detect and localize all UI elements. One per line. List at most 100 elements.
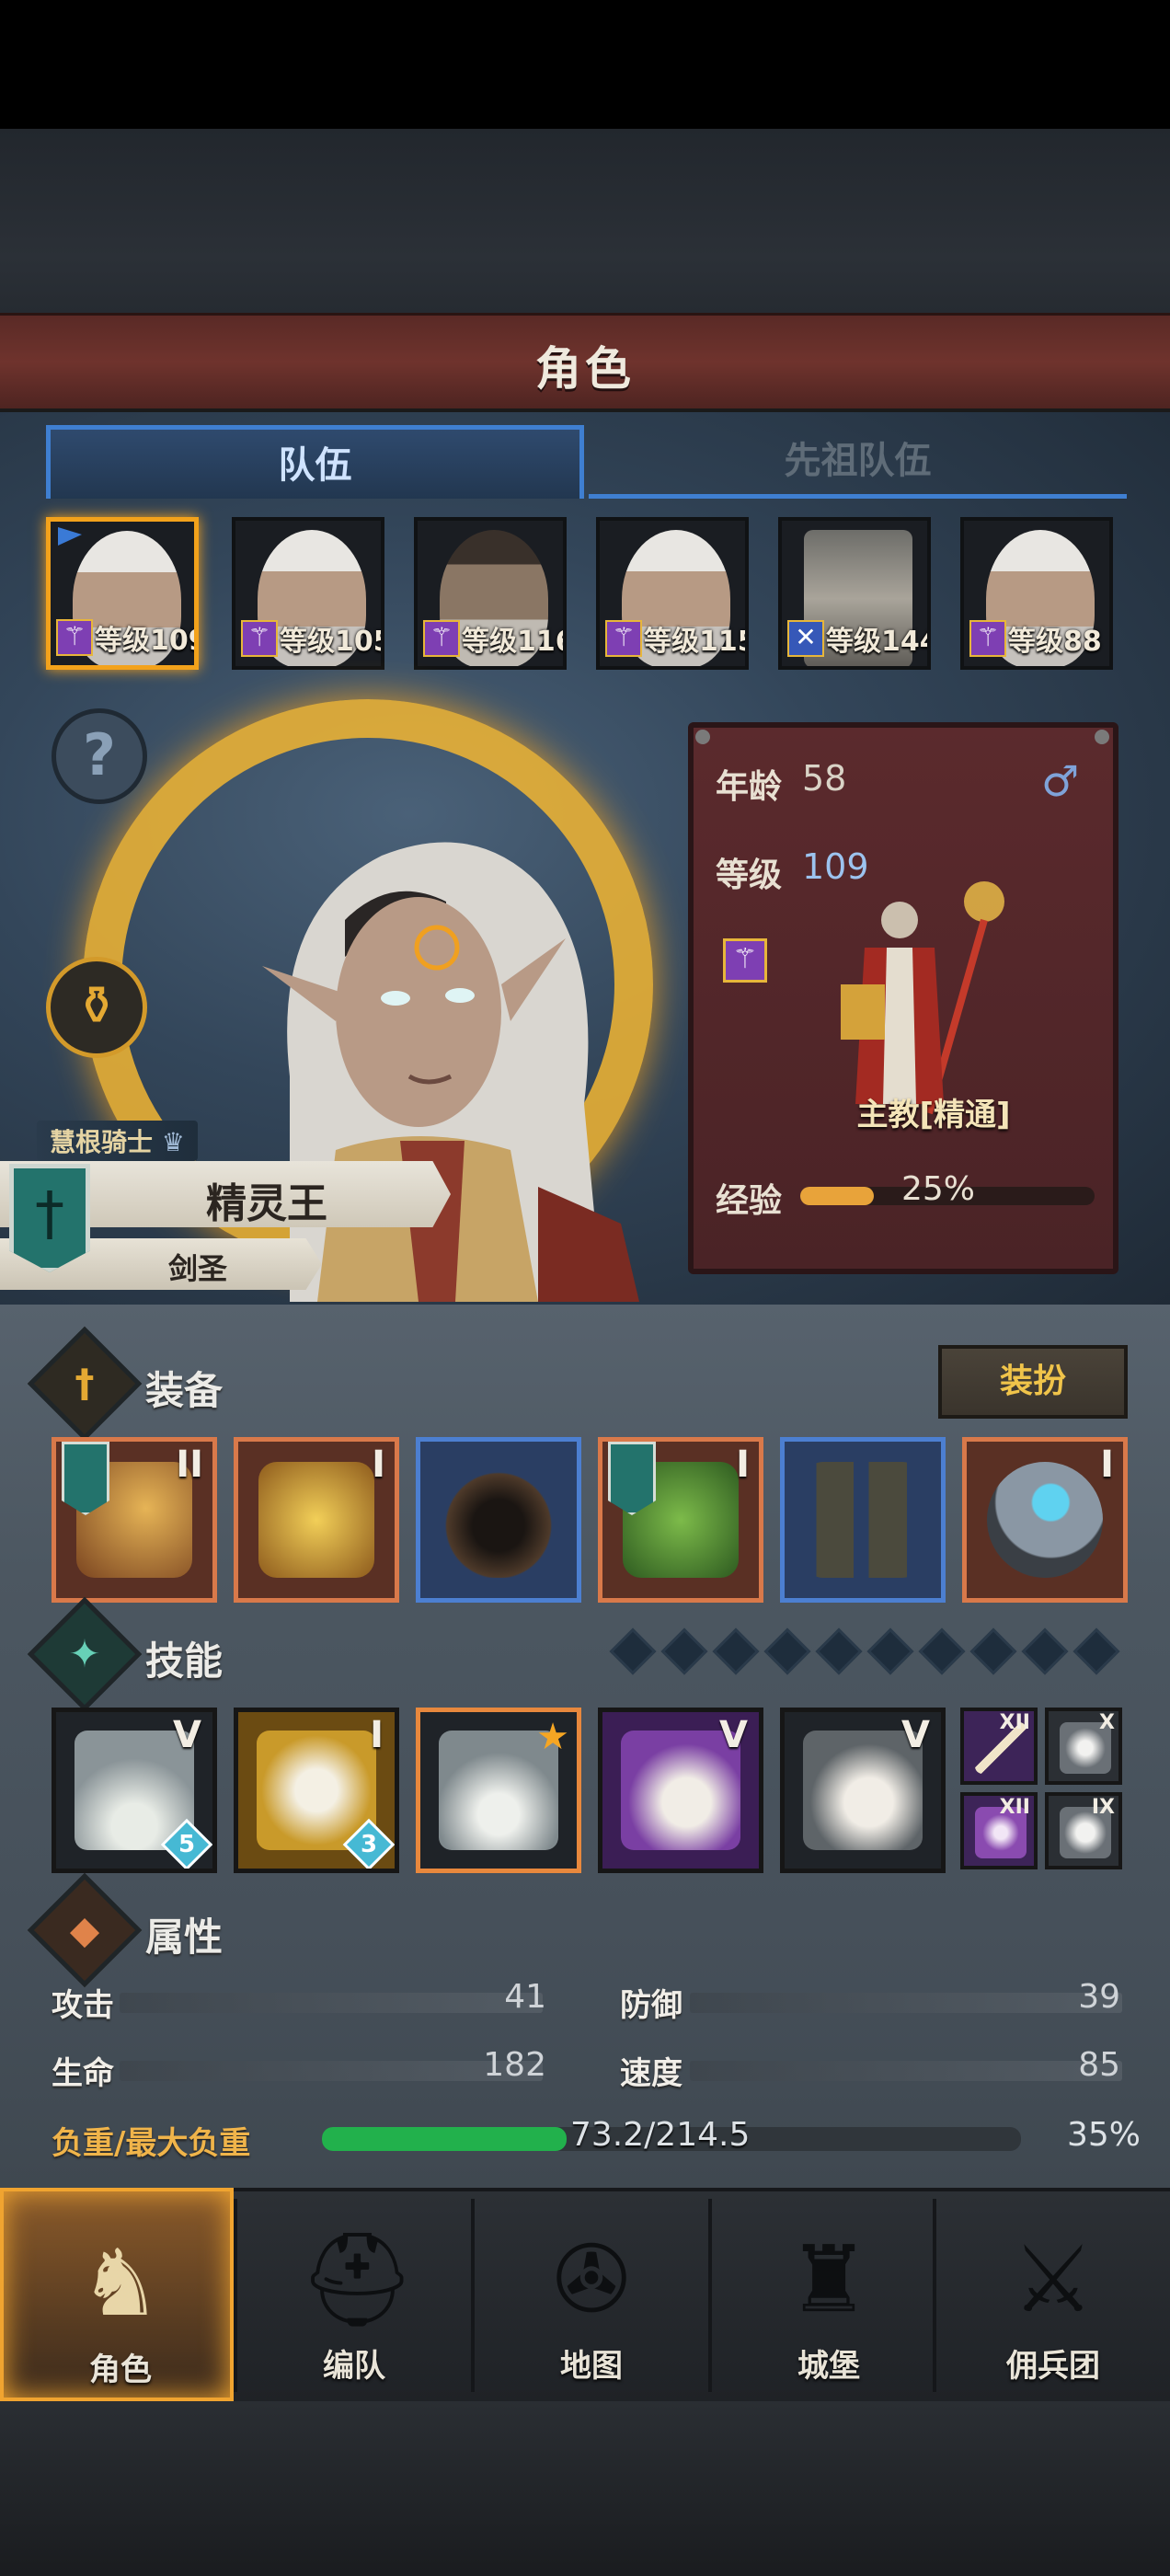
level-label: 等级144 [826, 626, 931, 658]
male-icon: ♂ [1041, 756, 1080, 806]
banner-flag-icon [62, 1442, 109, 1515]
equip-slot-feet[interactable] [780, 1437, 946, 1603]
castle-icon: ♜ [787, 2225, 870, 2333]
nav-map[interactable]: ✇ 地图 [475, 2188, 708, 2401]
level-label: 等级116 [462, 626, 567, 658]
helmet-icon: ⛑ [299, 2225, 416, 2333]
tier-label: I [372, 1443, 385, 1486]
class-name: 主教[精通] [856, 1097, 1011, 1133]
level-label: 等级115 [644, 626, 749, 658]
tier-label: IX [1091, 1796, 1115, 1819]
roster-portrait[interactable]: ⚚ 等级88 [960, 517, 1113, 670]
level-label: 等级105 [280, 626, 384, 658]
level-label: 等级88 [1008, 626, 1102, 658]
banner-flag-icon [608, 1442, 656, 1515]
pin-icon [1095, 730, 1109, 744]
tab-team[interactable]: 队伍 [46, 425, 584, 499]
roster-portrait[interactable]: ✕ 等级144 [778, 517, 931, 670]
tier-label: V [901, 1714, 930, 1756]
speed-label: 速度 [620, 2055, 682, 2092]
nav-character[interactable]: ♞ 角色 [0, 2188, 234, 2401]
skills-title: 技能 [145, 1639, 224, 1684]
ring-icon [987, 1462, 1103, 1578]
nav-label: 佣兵团 [1006, 2348, 1100, 2385]
nav-mercenary[interactable]: ⚔ 佣兵团 [936, 2188, 1170, 2401]
passive-skill-slot[interactable]: XII [960, 1708, 1038, 1785]
skill-slot[interactable]: V 5 [52, 1708, 217, 1873]
hp-value: 182 [483, 2046, 546, 2084]
character-title: 剑圣 [167, 1251, 227, 1286]
equip-slot-body[interactable]: I [598, 1437, 763, 1603]
mercenary-icon: ⚔ [1012, 2225, 1095, 2333]
staff-icon: ⚚ [56, 619, 93, 656]
hp-label: 生命 [52, 2055, 114, 2092]
skill-slot[interactable]: ★ [416, 1708, 581, 1873]
load-percent: 35% [1066, 2116, 1141, 2154]
tier-label: II [176, 1443, 203, 1486]
page-title: 角色 [535, 342, 635, 396]
exp-label: 经验 [716, 1182, 783, 1220]
level-label: 等级109 [95, 625, 199, 657]
skill-slot[interactable]: I 3 [234, 1708, 399, 1873]
staff-icon: ⚚ [969, 620, 1006, 657]
tab-ancestor-team[interactable]: 先祖队伍 [589, 425, 1127, 499]
boots-icon [805, 1462, 921, 1578]
equip-slot-offhand[interactable]: I [234, 1437, 399, 1603]
tier-label: XII [999, 1711, 1030, 1734]
tier-label: I [1100, 1443, 1114, 1486]
dress-up-button[interactable]: 装扮 [938, 1345, 1128, 1419]
character-name: 精灵王 [206, 1180, 327, 1227]
roster-portrait[interactable]: ⚚ 等级115 [596, 517, 749, 670]
passive-skill-slot[interactable]: IX [1045, 1792, 1122, 1869]
skill-slot[interactable]: V [780, 1708, 946, 1873]
nav-label: 城堡 [797, 2348, 860, 2385]
compass-icon: ✇ [553, 2225, 630, 2333]
defense-value: 39 [1078, 1978, 1120, 2016]
staff-icon: ⚚ [423, 620, 460, 657]
attack-label: 攻击 [52, 1987, 114, 2024]
knight-icon: ♞ [79, 2229, 162, 2337]
tome-icon [258, 1462, 374, 1578]
badge-count: 5 [178, 1831, 196, 1858]
sword-icon: ✕ [787, 620, 824, 657]
nav-castle[interactable]: ♜ 城堡 [712, 2188, 946, 2401]
staff-icon: ⚚ [723, 938, 767, 983]
age-label: 年龄 [716, 768, 783, 806]
attack-value: 41 [504, 1978, 546, 2016]
tier-label: XII [999, 1796, 1030, 1819]
equip-slot-head[interactable] [416, 1437, 581, 1603]
roster-portrait[interactable]: ⚚ 等级109 [46, 517, 199, 670]
attributes-title: 属性 [145, 1915, 224, 1960]
potion-icon[interactable]: ⚱ [46, 957, 147, 1058]
equip-slot-weapon[interactable]: II [52, 1437, 217, 1603]
staff-icon: ⚚ [241, 620, 278, 657]
tier-label: V [173, 1714, 201, 1756]
passive-skill-slot[interactable]: XII [960, 1792, 1038, 1869]
sword-shield-icon: † [9, 1164, 90, 1272]
skill-slot[interactable]: V [598, 1708, 763, 1873]
passive-skill-slot[interactable]: X [1045, 1708, 1122, 1785]
tier-label: I [736, 1443, 750, 1486]
exp-percent: 25% [901, 1170, 976, 1208]
header-bar: 角色 [0, 313, 1170, 412]
leader-flag-icon [58, 527, 82, 546]
equip-slot-accessory[interactable]: I [962, 1437, 1128, 1603]
exp-bar-fill [800, 1187, 874, 1205]
load-value: 73.2/214.5 [570, 2116, 751, 2154]
staff-icon: ⚚ [605, 620, 642, 657]
nav-formation[interactable]: ⛑ 编队 [237, 2188, 471, 2401]
level-label: 等级 [716, 857, 783, 894]
load-bar-fill [322, 2127, 567, 2151]
bottom-backdrop [0, 2401, 1170, 2576]
faction-label: 慧根骑士 ♛ [37, 1121, 198, 1161]
age-value: 58 [802, 758, 847, 799]
pin-icon [695, 730, 710, 744]
roster-portrait[interactable]: ⚚ 等级116 [414, 517, 567, 670]
hood-icon [441, 1462, 556, 1578]
tier-label: V [719, 1714, 748, 1756]
star-icon: ★ [536, 1716, 569, 1758]
roster-portrait[interactable]: ⚚ 等级105 [232, 517, 384, 670]
defense-label: 防御 [620, 1987, 682, 2024]
nav-label: 编队 [323, 2348, 385, 2385]
help-icon[interactable]: ? [52, 708, 147, 804]
